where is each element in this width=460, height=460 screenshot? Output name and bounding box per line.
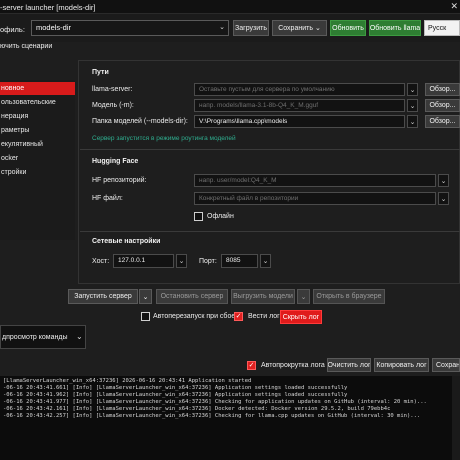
chevron-down-icon: ⌄	[219, 24, 225, 31]
chevron-down-icon[interactable]: ⌄	[176, 254, 187, 268]
profile-label: офиль:	[0, 25, 25, 34]
host-input[interactable]: 127.0.0.1	[113, 254, 174, 268]
log-line: -06-16 20:43:41.661] [Info] [LlamaServer…	[3, 385, 348, 391]
router-mode-hint: Сервер запустится в режиме роутинга моде…	[92, 135, 236, 142]
autorestart-checkbox[interactable]	[141, 312, 150, 321]
autoscroll-label: Автопрокрутка лога	[261, 362, 325, 369]
toolbar: офиль: models-dir ⌄ Загрузить Сохранить …	[0, 14, 460, 42]
profile-select[interactable]: models-dir ⌄	[31, 20, 229, 36]
save-log-button[interactable]: Сохран	[432, 358, 460, 372]
scenarios-toggle[interactable]: ючить сценарии	[0, 43, 52, 50]
chevron-down-icon[interactable]: ⌄	[407, 83, 418, 96]
log-output[interactable]: [LlamaServerLauncher_win_x64:37236] 2026…	[0, 376, 460, 460]
chevron-down-icon: ⌄	[314, 25, 321, 32]
paths-title: Пути	[92, 69, 109, 76]
update-button[interactable]: Обновить	[330, 20, 366, 36]
host-label: Хост:	[92, 258, 110, 265]
port-input[interactable]: 8085	[221, 254, 258, 268]
keep-log-checkbox[interactable]: ✓	[234, 312, 243, 321]
log-line: [LlamaServerLauncher_win_x64:37236] 2026…	[3, 378, 252, 384]
sidebar-item-custom[interactable]: ользовательские	[0, 96, 75, 109]
autorestart-label: Автоперезапуск при сбое	[153, 313, 236, 320]
browse-models-dir-button[interactable]: Обзор...	[425, 115, 460, 128]
port-label: Порт:	[199, 258, 217, 265]
browse-model-button[interactable]: Обзор...	[425, 99, 460, 112]
title-bar: -server launcher [models-dir] ✕	[0, 0, 460, 14]
hf-repo-input[interactable]: напр. user/model:Q4_K_M	[194, 174, 436, 187]
chevron-down-icon[interactable]: ⌄	[260, 254, 271, 268]
profile-value: models-dir	[36, 23, 72, 32]
sidebar: новное ользовательские нерация раметры е…	[0, 80, 75, 240]
hide-log-button[interactable]: Скрыть лог	[280, 310, 322, 324]
chevron-down-icon[interactable]: ⌄	[407, 115, 418, 128]
log-line: -06-16 20:43:41.962] [Info] [LlamaServer…	[3, 392, 348, 398]
hf-title: Hugging Face	[92, 158, 139, 165]
server-input[interactable]: Оставьте пустым для сервера по умолчанию	[194, 83, 405, 96]
network-title: Сетевые настройки	[92, 238, 161, 245]
stop-server-button[interactable]: Остановить сервер	[156, 289, 228, 304]
sidebar-item-speculative[interactable]: екулятивный	[0, 138, 75, 151]
chevron-down-icon[interactable]: ⌄	[438, 192, 449, 205]
offline-checkbox[interactable]	[194, 212, 203, 221]
sidebar-item-docker[interactable]: ocker	[0, 152, 75, 165]
hf-file-input[interactable]: Конкретный файл в репозитории	[194, 192, 436, 205]
sidebar-item-parameters[interactable]: раметры	[0, 124, 75, 137]
model-label: Модель (-m):	[92, 102, 134, 109]
divider	[80, 231, 460, 232]
save-button-label: Сохранить	[278, 24, 313, 32]
sidebar-item-settings[interactable]: стройки	[0, 166, 75, 179]
sidebar-item-main[interactable]: новное	[0, 82, 75, 95]
open-browser-button[interactable]: Открыть в браузере	[313, 289, 385, 304]
log-line: -06-16 20:43:42.257] [Info] [LlamaServer…	[3, 413, 421, 419]
divider	[80, 149, 460, 150]
copy-log-button[interactable]: Копировать лог	[374, 358, 429, 372]
browse-server-button[interactable]: Обзор...	[425, 83, 460, 96]
model-input[interactable]: напр. models/llama-3.1-8b-Q4_K_M.gguf	[194, 99, 405, 112]
chevron-down-icon[interactable]: ⌄	[407, 99, 418, 112]
unload-models-button[interactable]: Выгрузить модели	[231, 289, 295, 304]
autoscroll-checkbox[interactable]: ✓	[247, 361, 256, 370]
save-button[interactable]: Сохранить ⌄	[272, 20, 327, 36]
chevron-down-icon[interactable]: ⌄	[297, 289, 310, 304]
sidebar-item-generation[interactable]: нерация	[0, 110, 75, 123]
chevron-down-icon: ⌄	[76, 332, 83, 341]
keep-log-label: Вести лог	[248, 313, 280, 320]
hf-file-label: HF файл:	[92, 195, 123, 202]
clear-log-button[interactable]: Очистить лог	[327, 358, 371, 372]
models-dir-input[interactable]: V:\Programs\llama.cpp\models	[194, 115, 405, 128]
start-server-button[interactable]: Запустить сервер	[68, 289, 138, 304]
update-llama-button[interactable]: Обновить llama	[369, 20, 421, 36]
language-select[interactable]: Русск	[424, 20, 460, 36]
command-preview[interactable]: дпросмотр команды ⌄	[0, 325, 86, 349]
close-icon[interactable]: ✕	[450, 1, 458, 12]
chevron-down-icon[interactable]: ⌄	[139, 289, 152, 304]
server-label: llama-server:	[92, 86, 133, 93]
load-button[interactable]: Загрузить	[233, 20, 269, 36]
log-scrollbar[interactable]	[452, 376, 460, 460]
hf-repo-label: HF репозиторий:	[92, 177, 147, 184]
log-line: -06-16 20:43:41.977] [Info] [LlamaServer…	[3, 399, 427, 405]
command-preview-label: дпросмотр команды	[2, 334, 68, 341]
log-line: -06-16 20:43:42.161] [Info] [LlamaServer…	[3, 406, 391, 412]
chevron-down-icon[interactable]: ⌄	[438, 174, 449, 187]
models-dir-label: Папка моделей (--models-dir):	[92, 118, 188, 125]
window-title: -server launcher [models-dir]	[0, 3, 96, 12]
offline-label: Офлайн	[207, 213, 234, 220]
